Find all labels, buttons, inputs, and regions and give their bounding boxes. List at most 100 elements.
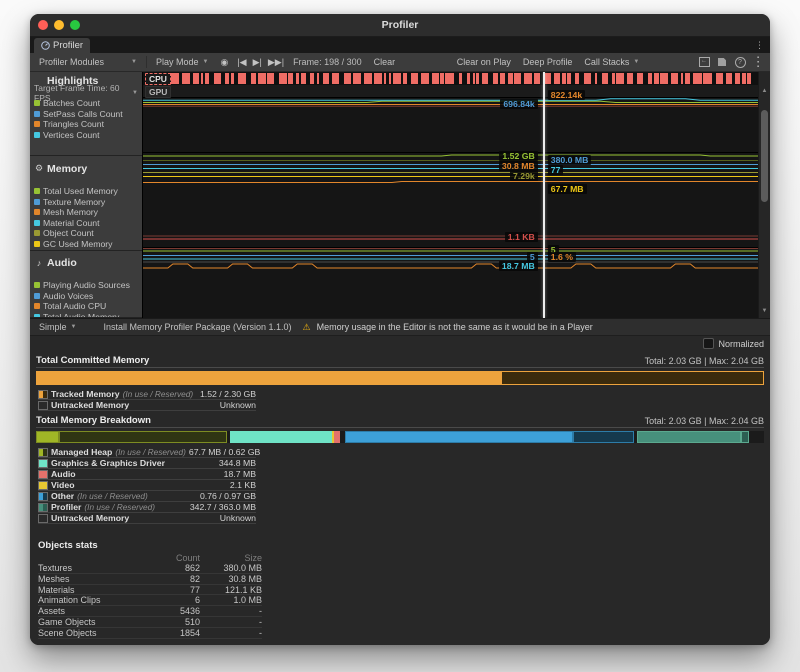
module-title: Memory	[47, 163, 87, 175]
legend-item[interactable]: Total Audio Memory	[34, 312, 138, 319]
profiler-modules-dropdown[interactable]: Profiler Modules ▼	[34, 54, 142, 70]
object-type: Animation Clips	[38, 595, 148, 605]
legend-row: Profiler (In use / Reserved) 342.7 / 363…	[38, 502, 256, 513]
legend-value: 1.52 / 2.30 GB	[200, 389, 256, 399]
total-committed-memory-bar[interactable]	[36, 371, 764, 385]
chevron-down-icon: ▼	[633, 59, 639, 65]
scroll-up-icon[interactable]: ▲	[759, 86, 770, 96]
scrollbar-thumb[interactable]	[761, 110, 768, 202]
clear-button[interactable]: Clear	[369, 54, 401, 70]
profiler-toolbar: Profiler Modules ▼ Play Mode ▼ ◉ |◀ ▶| ▶…	[30, 53, 770, 72]
legend-item[interactable]: Material Count	[34, 218, 138, 229]
record-button[interactable]: ◉	[215, 54, 233, 70]
legend-label: Texture Memory	[43, 197, 105, 207]
legend-item[interactable]: Total Used Memory	[34, 186, 138, 197]
object-size: -	[200, 628, 262, 638]
load-profile-button[interactable]: ←	[696, 55, 712, 69]
legend-swatch	[38, 514, 48, 523]
legend-item[interactable]: Playing Audio Sources	[34, 280, 138, 291]
profiler-window: Profiler Profiler ⋮ Profiler Modules ▼ P…	[30, 14, 770, 645]
legend-swatch	[38, 448, 48, 457]
scroll-down-icon[interactable]: ▼	[759, 306, 770, 316]
chart-row-divider	[143, 247, 758, 248]
install-memory-profiler-button[interactable]: Install Memory Profiler Package (Version…	[98, 319, 296, 335]
chart-plot-area[interactable]: CPU GPU	[143, 72, 758, 318]
module-icon: ⚙	[34, 163, 44, 174]
memory-segment[interactable]	[749, 431, 758, 443]
frame-counter: Frame: 198 / 300	[288, 57, 367, 67]
cpu-track-label[interactable]: CPU	[145, 73, 171, 85]
current-frame-button[interactable]: ▶▶|	[266, 54, 286, 70]
memory-segment[interactable]	[637, 431, 741, 443]
help-button[interactable]: ?	[732, 55, 748, 69]
save-icon	[718, 58, 726, 66]
legend-item[interactable]: Texture Memory	[34, 197, 138, 208]
module-block[interactable]: Highlights Target Frame Time: 60 FPS ▼ B…	[30, 72, 142, 156]
next-frame-button[interactable]: ▶|	[251, 54, 264, 70]
legend-label: Audio	[51, 469, 76, 479]
memory-segment[interactable]	[573, 431, 633, 443]
gpu-track-label[interactable]: GPU	[145, 86, 171, 98]
frame-value-chip: 1.1 KB	[505, 232, 538, 242]
toolbar-context-menu-button[interactable]: ⋮	[750, 55, 766, 69]
memory-segment[interactable]	[345, 431, 574, 443]
frame-value-chip: 30.8 MB	[499, 161, 538, 171]
object-count: 1854	[148, 628, 200, 638]
tab-label: Profiler	[53, 40, 83, 51]
object-size: 380.0 MB	[200, 563, 262, 573]
object-type: Meshes	[38, 574, 148, 584]
call-stacks-dropdown[interactable]: Call Stacks ▼	[579, 54, 644, 70]
legend-item[interactable]: Mesh Memory	[34, 207, 138, 218]
legend-item[interactable]: GC Used Memory	[34, 239, 138, 250]
object-count: 6	[148, 595, 200, 605]
object-count: 82	[148, 574, 200, 584]
legend-swatch	[34, 230, 40, 236]
objects-stats-title: Objects stats	[38, 540, 262, 552]
object-count: 862	[148, 563, 200, 573]
detail-view-mode-dropdown[interactable]: Simple ▼	[34, 319, 81, 335]
module-block[interactable]: ⚙ Memory Total Used Memory	[30, 156, 142, 251]
object-count: 510	[148, 617, 200, 627]
memory-segment[interactable]	[741, 431, 749, 443]
legend-value: 342.7 / 363.0 MB	[190, 502, 256, 512]
objects-stats-table: Textures 862 380.0 MB Meshes 82 30.8 MB …	[38, 563, 262, 639]
chevron-down-icon: ▼	[71, 324, 77, 330]
size-column-header: Size	[200, 553, 262, 563]
legend-swatch	[34, 282, 40, 288]
tabbar-context-menu-icon[interactable]: ⋮	[755, 40, 764, 51]
legend-label: Video	[51, 480, 75, 490]
table-row: Scene Objects 1854 -	[38, 628, 262, 639]
legend-item[interactable]: Audio Voices	[34, 291, 138, 302]
selected-frame-line[interactable]	[543, 72, 545, 318]
memory-segment[interactable]	[36, 431, 59, 443]
memory-segment[interactable]	[59, 431, 227, 443]
legend-value: 18.7 MB	[224, 469, 256, 479]
legend-item[interactable]: Triangles Count	[34, 119, 138, 130]
legend-value: Unknown	[220, 513, 256, 523]
deep-profile-toggle[interactable]: Deep Profile	[518, 54, 578, 70]
legend-item[interactable]: Vertices Count	[34, 130, 138, 141]
memory-segment[interactable]	[230, 431, 332, 443]
previous-frame-button[interactable]: |◀	[235, 54, 248, 70]
legend-item[interactable]: Object Count	[34, 228, 138, 239]
tab-profiler[interactable]: Profiler	[34, 38, 90, 53]
normalized-checkbox[interactable]	[703, 338, 714, 349]
legend-label: Vertices Count	[43, 130, 100, 140]
detail-toolbar: Simple ▼ Install Memory Profiler Package…	[30, 318, 770, 336]
legend-item[interactable]: SetPass Calls Count	[34, 109, 138, 120]
save-profile-button[interactable]	[714, 55, 730, 69]
module-block[interactable]: ♪ Audio Playing Audio Sources	[30, 251, 142, 318]
legend-swatch	[34, 209, 40, 215]
legend-suffix: (In use / Reserved)	[77, 491, 148, 501]
charts-scrollbar[interactable]: ▲ ▼	[758, 72, 770, 318]
legend-row: Untracked Memory Unknown	[38, 400, 256, 411]
legend-label: Material Count	[43, 218, 100, 228]
legend-swatch	[38, 401, 48, 410]
frame-value-chip: 822.14k	[548, 90, 585, 100]
legend-item[interactable]: Total Audio CPU	[34, 301, 138, 312]
play-mode-dropdown[interactable]: Play Mode ▼	[151, 54, 213, 70]
clear-on-play-toggle[interactable]: Clear on Play	[452, 54, 516, 70]
legend-value: 2.1 KB	[230, 480, 256, 490]
legend-label: Total Used Memory	[43, 186, 118, 196]
legend-swatch	[34, 132, 40, 138]
